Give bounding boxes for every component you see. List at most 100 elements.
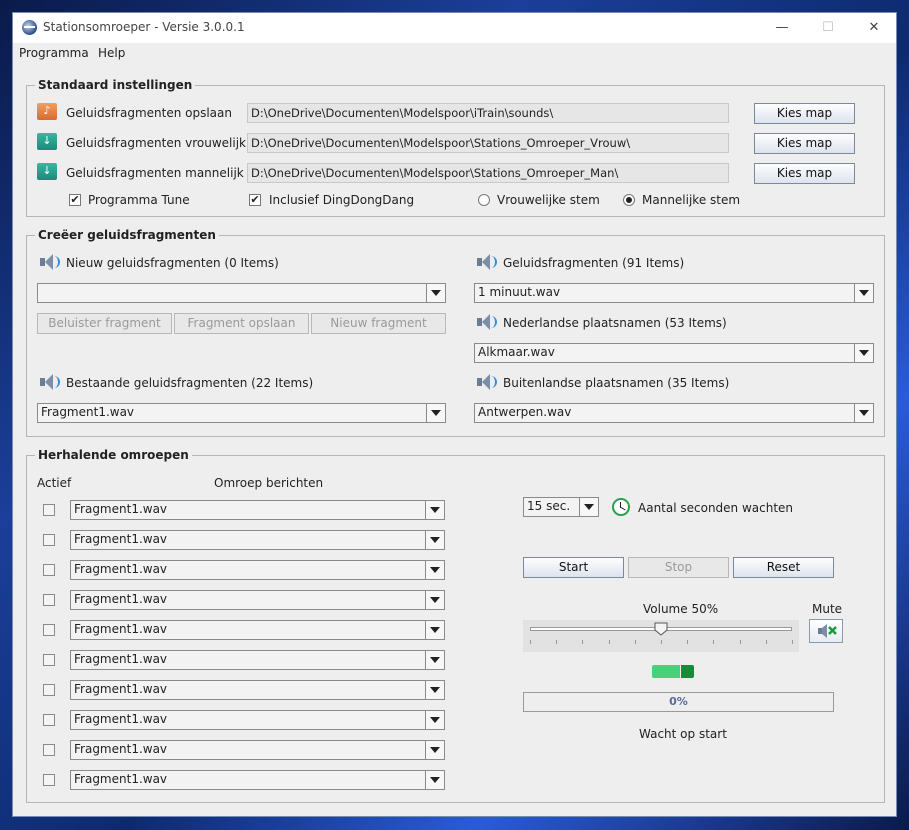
nieuw-label: Nieuw geluidsfragmenten (0 Items) (66, 256, 279, 270)
clock-icon (612, 498, 630, 516)
title-bar: Stationsomroeper - Versie 3.0.0.1 — ☐ ✕ (13, 13, 896, 43)
slider-tick (634, 640, 636, 644)
seconds-combo[interactable]: 15 sec. (523, 497, 599, 517)
row-label: Geluidsfragmenten vrouwelijk (66, 136, 247, 150)
combo-value: Fragment1.wav (74, 772, 168, 786)
combo-value: 15 sec. (527, 499, 571, 513)
chevron-down-icon (425, 561, 444, 579)
close-button[interactable]: ✕ (852, 15, 896, 41)
buitenlandse-plaatsnamen-combo[interactable]: Antwerpen.wav (474, 403, 874, 423)
slider-tick (739, 640, 741, 644)
row-label: Geluidsfragmenten opslaan (66, 106, 232, 120)
progress-text: 0% (669, 695, 688, 708)
slider-tick (792, 640, 793, 644)
buiten-label: Buitenlandse plaatsnamen (35 Items) (503, 376, 730, 390)
path-field-vrouw: D:\OneDrive\Documenten\Modelspoor\Statio… (247, 133, 729, 153)
dingdongdang-checkbox[interactable]: ✔ (249, 194, 261, 206)
actief-checkbox[interactable] (43, 624, 55, 636)
chevron-down-icon (426, 284, 445, 302)
geluid-label: Geluidsfragmenten (91 Items) (503, 256, 685, 270)
reset-button[interactable]: Reset (733, 557, 834, 578)
panel-title: Herhalende omroepen (35, 448, 192, 462)
download-folder-icon: ↓ (37, 133, 57, 150)
mute-icon (818, 624, 837, 638)
actief-checkbox[interactable] (43, 504, 55, 516)
menu-programma[interactable]: Programma (19, 46, 89, 60)
omroep-bericht-combo[interactable]: Fragment1.wav (70, 530, 445, 550)
seconds-label: Aantal seconden wachten (638, 501, 794, 515)
standaard-instellingen-panel: Standaard instellingen ♪ Geluidsfragment… (26, 78, 885, 217)
slider-tick (608, 640, 610, 644)
volume-slider[interactable] (523, 620, 799, 652)
actief-checkbox[interactable] (43, 744, 55, 756)
music-folder-icon: ♪ (37, 103, 57, 120)
omroep-bericht-combo[interactable]: Fragment1.wav (70, 710, 445, 730)
start-button[interactable]: Start (523, 557, 624, 578)
menu-bar: Programma Help (13, 43, 896, 65)
beluister-fragment-button[interactable]: Beluister fragment (37, 313, 172, 334)
actief-checkbox[interactable] (43, 774, 55, 786)
chevron-down-icon (425, 741, 444, 759)
volume-label: Volume 50% (643, 602, 719, 616)
omroep-bericht-combo[interactable]: Fragment1.wav (70, 500, 445, 520)
app-logo-icon (22, 20, 37, 35)
combo-value: Fragment1.wav (74, 592, 168, 606)
actief-checkbox[interactable] (43, 534, 55, 546)
row-label: Geluidsfragmenten mannelijk (66, 166, 244, 180)
mute-button[interactable] (809, 619, 843, 643)
slider-tick (765, 640, 767, 644)
nieuw-fragment-button[interactable]: Nieuw fragment (311, 313, 446, 334)
menu-help[interactable]: Help (98, 46, 125, 60)
omroep-bericht-combo[interactable]: Fragment1.wav (70, 680, 445, 700)
fragment-opslaan-button[interactable]: Fragment opslaan (174, 313, 309, 334)
combo-value: Fragment1.wav (74, 532, 168, 546)
speaker-icon (39, 253, 60, 271)
combo-value: Fragment1.wav (74, 742, 168, 756)
omroep-bericht-combo[interactable]: Fragment1.wav (70, 650, 445, 670)
slider-tick (713, 640, 715, 644)
omroep-bericht-combo[interactable]: Fragment1.wav (70, 620, 445, 640)
omroep-bericht-combo[interactable]: Fragment1.wav (70, 770, 445, 790)
mute-label: Mute (812, 602, 843, 616)
combo-value: Fragment1.wav (74, 652, 168, 666)
kies-map-opslaan-button[interactable]: Kies map (754, 103, 855, 124)
app-window: Stationsomroeper - Versie 3.0.0.1 — ☐ ✕ … (12, 12, 897, 817)
speaker-icon (476, 373, 497, 391)
kies-map-man-button[interactable]: Kies map (754, 163, 855, 184)
actief-checkbox[interactable] (43, 594, 55, 606)
status-led (652, 665, 694, 678)
panel-title: Creëer geluidsfragmenten (35, 228, 219, 242)
geluidsfragmenten-combo[interactable]: 1 minuut.wav (474, 283, 874, 303)
bestaande-fragment-combo[interactable]: Fragment1.wav (37, 403, 446, 423)
programma-tune-checkbox[interactable]: ✔ (69, 194, 81, 206)
nederlandse-plaatsnamen-combo[interactable]: Alkmaar.wav (474, 343, 874, 363)
chevron-down-icon (579, 498, 598, 516)
vrouwelijke-stem-label: Vrouwelijke stem (497, 193, 600, 207)
mannelijke-stem-radio[interactable] (623, 194, 635, 206)
chevron-down-icon (854, 344, 873, 362)
actief-checkbox[interactable] (43, 564, 55, 576)
chevron-down-icon (425, 651, 444, 669)
actief-checkbox[interactable] (43, 714, 55, 726)
stop-button[interactable]: Stop (628, 557, 729, 578)
combo-value: Alkmaar.wav (478, 345, 555, 359)
combo-value: Fragment1.wav (74, 562, 168, 576)
chevron-down-icon (425, 501, 444, 519)
actief-checkbox[interactable] (43, 684, 55, 696)
nieuw-fragment-combo[interactable] (37, 283, 446, 303)
actief-checkbox[interactable] (43, 654, 55, 666)
omroep-bericht-combo[interactable]: Fragment1.wav (70, 560, 445, 580)
omroep-bericht-combo[interactable]: Fragment1.wav (70, 740, 445, 760)
herhalende-omroepen-panel: Herhalende omroepen Actief Omroep berich… (26, 448, 885, 803)
chevron-down-icon (425, 591, 444, 609)
chevron-down-icon (854, 284, 873, 302)
omroep-bericht-combo[interactable]: Fragment1.wav (70, 590, 445, 610)
slider-thumb[interactable] (654, 622, 668, 636)
combo-value: Fragment1.wav (74, 712, 168, 726)
maximize-button[interactable]: ☐ (806, 15, 850, 41)
speaker-icon (476, 313, 497, 331)
vrouwelijke-stem-radio[interactable] (478, 194, 490, 206)
chevron-down-icon (425, 771, 444, 789)
kies-map-vrouw-button[interactable]: Kies map (754, 133, 855, 154)
minimize-button[interactable]: — (760, 15, 804, 41)
